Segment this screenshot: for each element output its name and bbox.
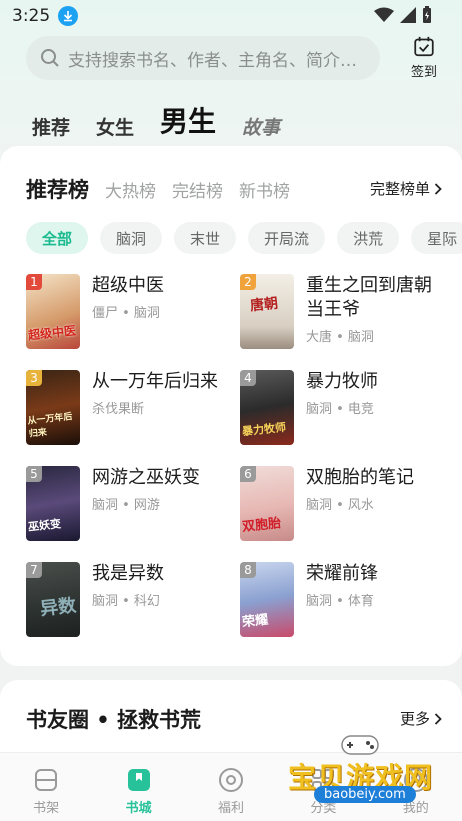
- bookshelf-icon: [35, 769, 58, 791]
- category-chips: 全部 脑洞 末世 开局流 洪荒 星际: [26, 222, 462, 254]
- top-tabs: 推荐 女生 男生 故事: [32, 96, 306, 150]
- nav-bookstore[interactable]: 书城: [109, 767, 169, 816]
- chip-opening[interactable]: 开局流: [248, 222, 326, 254]
- book-title: 从一万年后归来: [92, 371, 218, 392]
- rank-tab-new[interactable]: 新书榜: [239, 177, 290, 202]
- rank-tabs: 推荐榜 大热榜 完结榜 新书榜: [26, 174, 290, 204]
- rank-badge: 6: [240, 466, 256, 482]
- book-circle-more-link[interactable]: 更多: [400, 708, 442, 729]
- rank-badge: 4: [240, 370, 256, 386]
- nav-label: 福利: [217, 801, 244, 816]
- list-item[interactable]: 8 荣耀 荣耀前锋 脑洞 • 体育: [240, 562, 440, 642]
- book-title: 超级中医: [92, 275, 164, 296]
- book-tags: 脑洞 • 电竞: [306, 402, 374, 417]
- full-ranking-label: 完整榜单: [369, 180, 430, 198]
- book-title: 暴力牧师: [306, 371, 378, 392]
- book-cover: 8 荣耀: [240, 562, 294, 637]
- search-input[interactable]: 支持搜索书名、作者、主角名、简介…: [26, 36, 380, 80]
- chip-apocalypse[interactable]: 末世: [174, 222, 237, 254]
- book-title: 网游之巫妖变: [92, 467, 200, 488]
- watermark-url: baobeiy.com: [314, 786, 416, 803]
- status-bar: 3:25: [0, 0, 462, 32]
- bookmark-book-icon: [127, 769, 150, 791]
- status-time: 3:25: [12, 6, 51, 26]
- book-cover: 6 双胞胎: [240, 466, 294, 541]
- nav-label: 书架: [33, 801, 60, 816]
- nav-bookshelf[interactable]: 书架: [16, 767, 76, 816]
- ranking-card: 推荐榜 大热榜 完结榜 新书榜 完整榜单 全部 脑洞 末世 开局流 洪荒 星际 …: [0, 146, 462, 666]
- chip-brainhole[interactable]: 脑洞: [100, 222, 163, 254]
- signin-label: 签到: [410, 65, 437, 80]
- download-icon: [58, 6, 79, 26]
- tab-female[interactable]: 女生: [96, 113, 134, 140]
- rank-badge: 2: [240, 274, 256, 290]
- chip-interstellar[interactable]: 星际: [411, 222, 462, 254]
- cover-title: 唐朝: [249, 295, 279, 315]
- book-title: 重生之回到唐朝当王爷: [306, 275, 432, 320]
- rank-badge: 7: [26, 562, 42, 578]
- cover-title: 暴力牧师: [241, 420, 287, 439]
- list-item[interactable]: 2 唐朝 重生之回到唐朝当王爷 大唐 • 脑洞: [240, 274, 440, 354]
- book-cover: 5 巫妖变: [26, 466, 80, 541]
- book-tags: 脑洞 • 风水: [306, 498, 374, 513]
- cover-title: 超级中医: [27, 323, 77, 343]
- book-cover: 2 唐朝: [240, 274, 294, 349]
- book-tags: 大唐 • 脑洞: [306, 330, 374, 345]
- rank-tab-recommend[interactable]: 推荐榜: [26, 174, 89, 204]
- tab-recommend[interactable]: 推荐: [32, 113, 70, 140]
- book-cover: 1 超级中医: [26, 274, 80, 349]
- gamepad-icon: [341, 735, 379, 755]
- cover-title: 双胞胎: [241, 515, 282, 535]
- book-title: 荣耀前锋: [306, 563, 378, 584]
- list-item[interactable]: 1 超级中医 超级中医 僵尸 • 脑洞: [26, 274, 226, 354]
- book-tags: 杀伐果断: [92, 402, 145, 417]
- book-cover: 3 从一万年后归来: [26, 370, 80, 445]
- chip-honghuang[interactable]: 洪荒: [337, 222, 400, 254]
- book-tags: 脑洞 • 网游: [92, 498, 160, 513]
- cover-title: 从一万年后归来: [27, 412, 73, 440]
- nav-welfare[interactable]: 福利: [201, 767, 261, 816]
- list-item[interactable]: 4 暴力牧师 暴力牧师 脑洞 • 电竞: [240, 370, 440, 450]
- rank-badge: 3: [26, 370, 42, 386]
- book-title: 我是异数: [92, 563, 164, 584]
- status-icons: [374, 6, 432, 24]
- book-cover: 4 暴力牧师: [240, 370, 294, 445]
- rank-tab-hot[interactable]: 大热榜: [105, 177, 156, 202]
- book-title: 双胞胎的笔记: [306, 467, 414, 488]
- rank-tab-finished[interactable]: 完结榜: [172, 177, 223, 202]
- list-item[interactable]: 3 从一万年后归来 从一万年后归来 杀伐果断: [26, 370, 226, 450]
- tab-male[interactable]: 男生: [160, 100, 216, 150]
- book-tags: 脑洞 • 体育: [306, 594, 374, 609]
- list-item[interactable]: 6 双胞胎 双胞胎的笔记 脑洞 • 风水: [240, 466, 440, 546]
- rank-badge: 1: [26, 274, 42, 290]
- book-circle-title: 书友圈 • 拯救书荒: [26, 708, 202, 732]
- search-placeholder: 支持搜索书名、作者、主角名、简介…: [68, 50, 357, 71]
- chip-all[interactable]: 全部: [26, 222, 89, 254]
- more-label: 更多: [399, 710, 430, 728]
- rank-badge: 8: [240, 562, 256, 578]
- book-tags: 脑洞 • 科幻: [92, 594, 160, 609]
- wifi-icon: [374, 7, 394, 22]
- cover-title: 异数: [39, 595, 78, 620]
- list-item[interactable]: 7 异数 我是异数 脑洞 • 科幻: [26, 562, 226, 642]
- book-tags: 僵尸 • 脑洞: [92, 306, 160, 321]
- cover-title: 巫妖变: [27, 517, 62, 534]
- calendar-check-icon: [414, 36, 434, 57]
- watermark-logo: 宝贝游戏网 baobeiy.com: [288, 732, 462, 812]
- chevron-right-icon: [434, 182, 442, 195]
- book-cover: 7 异数: [26, 562, 80, 637]
- list-item[interactable]: 5 巫妖变 网游之巫妖变 脑洞 • 网游: [26, 466, 226, 546]
- battery-icon: [423, 6, 431, 23]
- nav-label: 书城: [125, 801, 152, 816]
- coin-icon: [218, 768, 243, 792]
- rank-badge: 5: [26, 466, 42, 482]
- signin-button[interactable]: 签到: [402, 36, 446, 80]
- signal-icon: [400, 7, 416, 23]
- search-icon: [41, 49, 59, 67]
- cover-title: 荣耀: [241, 612, 269, 631]
- full-ranking-link[interactable]: 完整榜单: [370, 178, 442, 199]
- tab-story[interactable]: 故事: [242, 113, 280, 140]
- chevron-right-icon: [434, 712, 442, 725]
